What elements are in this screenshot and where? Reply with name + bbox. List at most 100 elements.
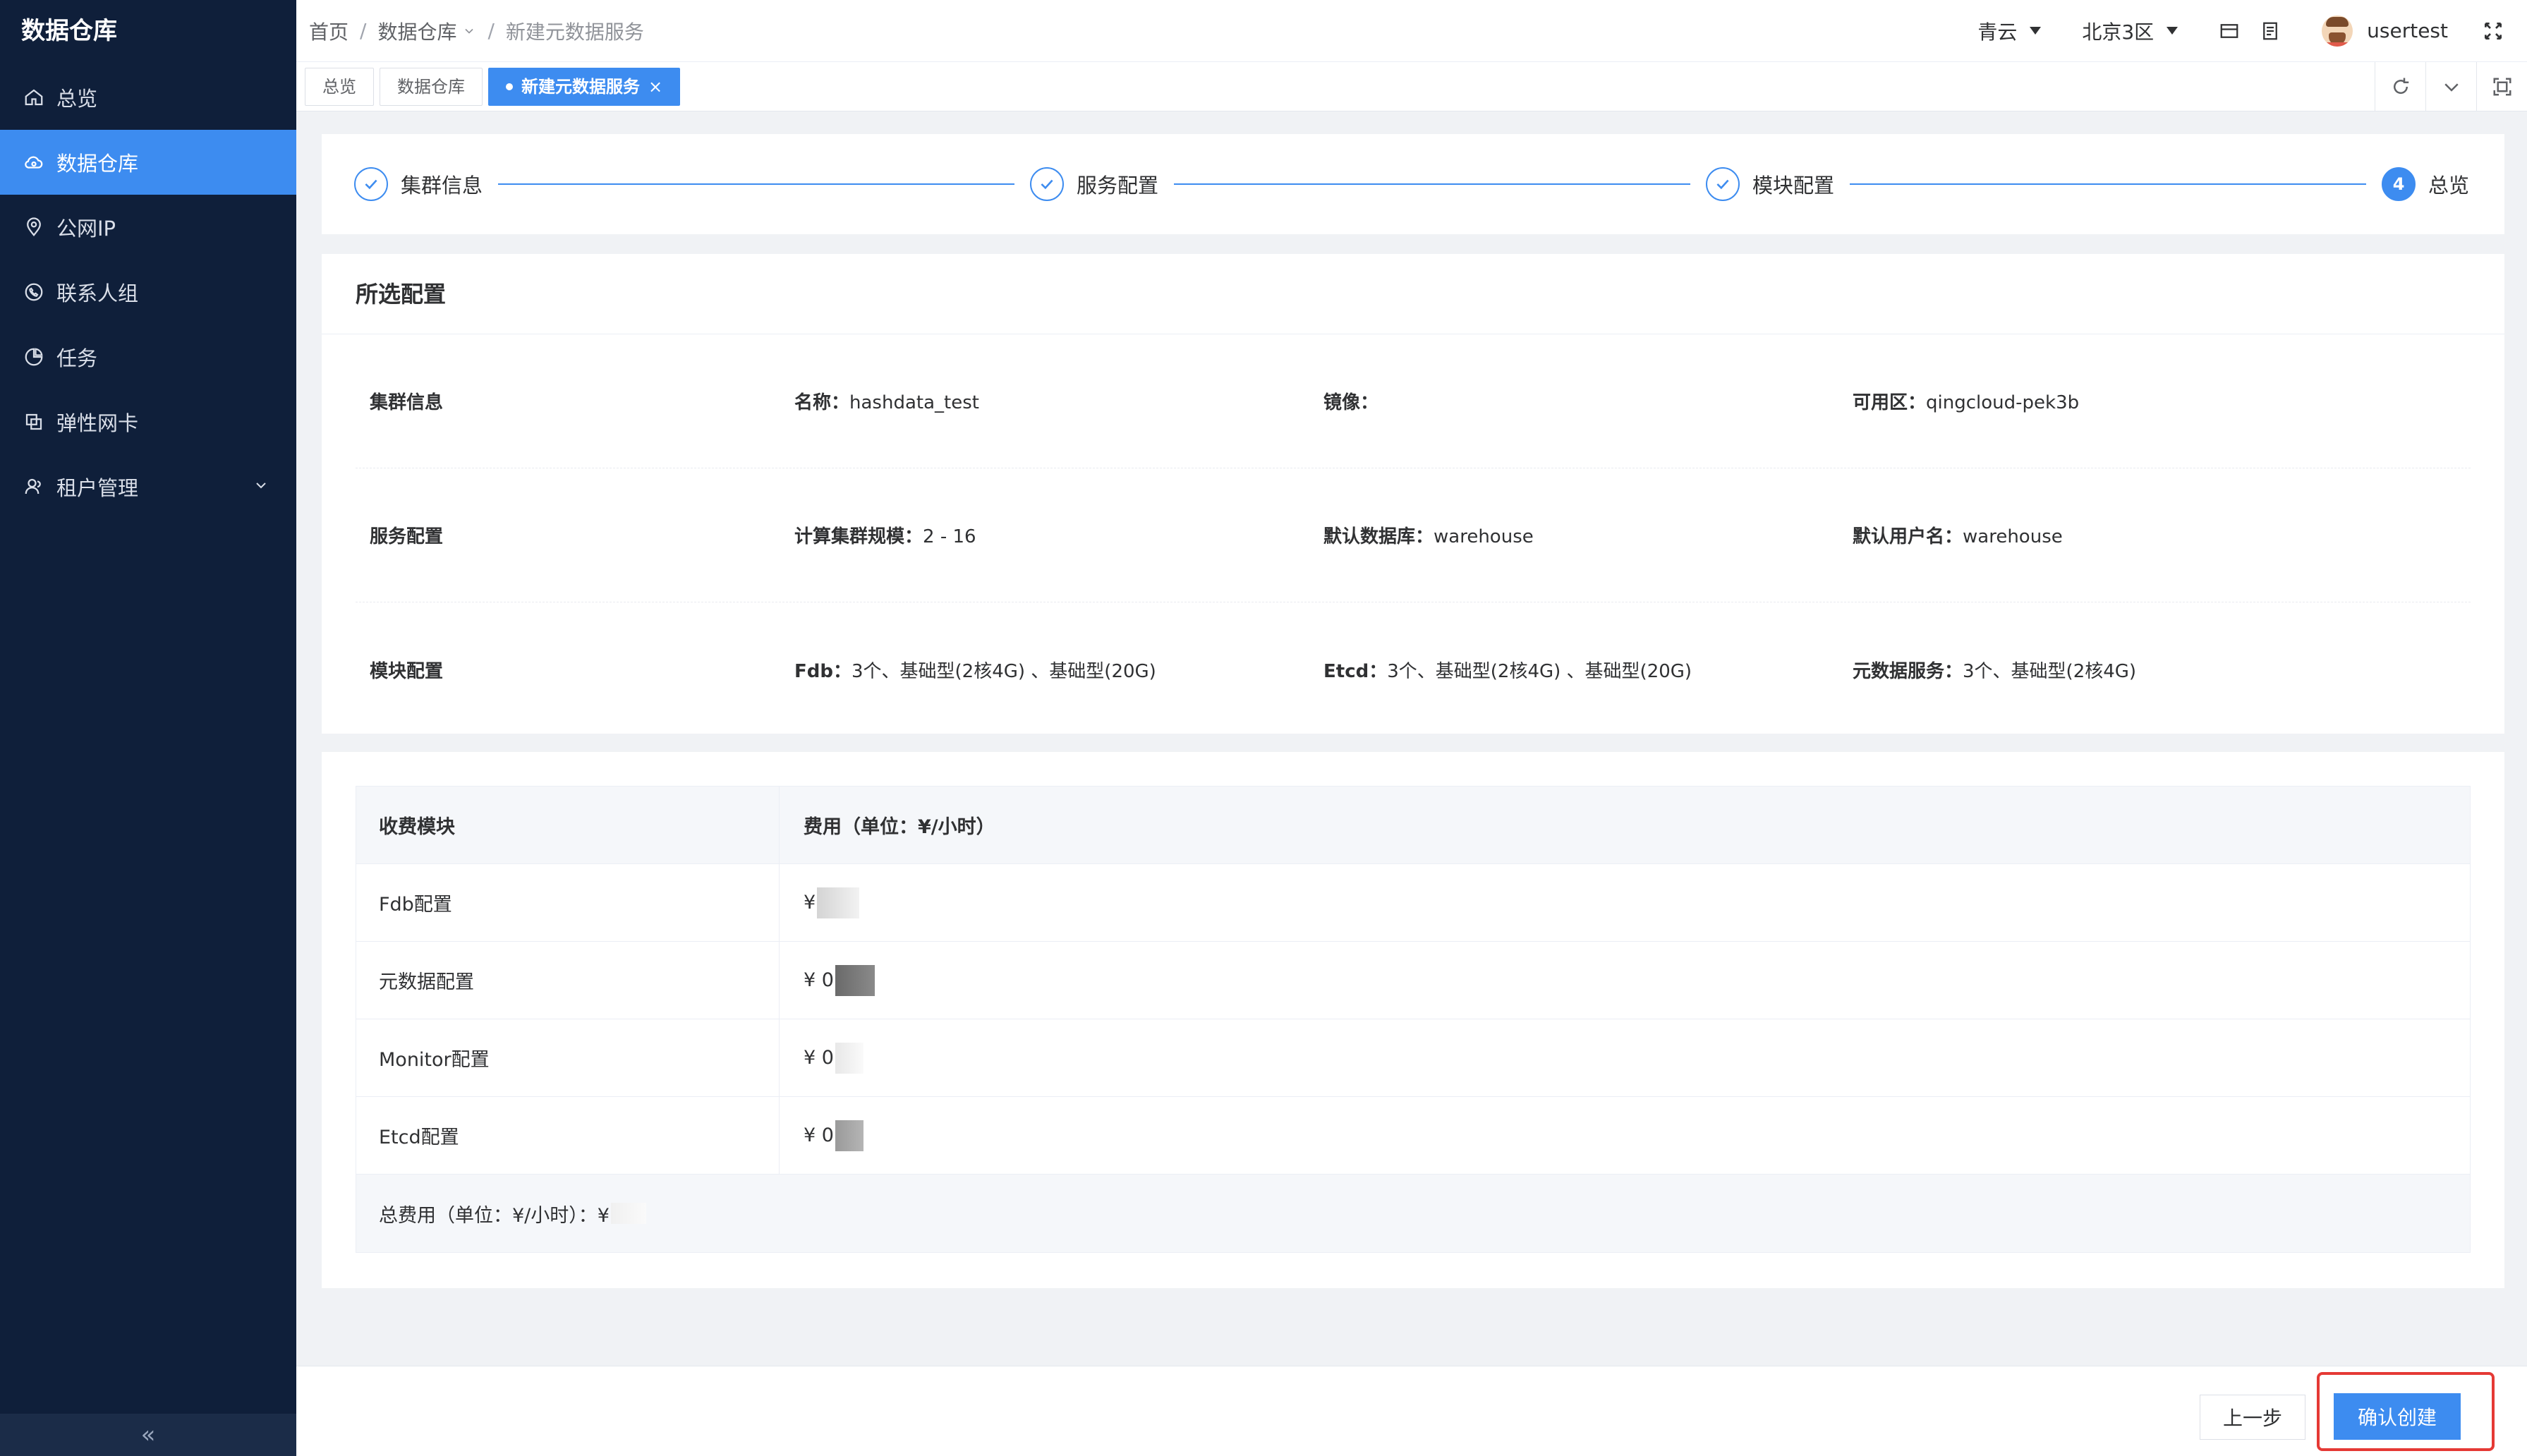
- step-label: 总览: [2428, 174, 2470, 198]
- step-module-config: 模块配置: [1706, 167, 1834, 201]
- tab-data-warehouse[interactable]: 数据仓库: [380, 67, 483, 106]
- config-cell: 名称：hashdata_test: [794, 392, 979, 413]
- billing-card-icon[interactable]: [2219, 20, 2240, 42]
- config-cell: Etcd：3个、基础型(2核4G) 、基础型(20G): [1323, 660, 1692, 682]
- table-row: Fdb配置 ¥: [356, 864, 2470, 942]
- step-label: 服务配置: [1077, 174, 1159, 198]
- fee-table: 收费模块 费用（单位：¥/小时） Fdb配置 ¥ 元数据配置 ¥ 0 Monit…: [356, 786, 2471, 1253]
- table-row: Etcd配置 ¥ 0: [356, 1097, 2470, 1175]
- sidebar-item-contact-groups[interactable]: 联系人组: [0, 260, 296, 324]
- sidebar-menu: 总览 数据仓库 公网IP 联系人组 任务 弹性网卡 租户管理: [0, 65, 296, 519]
- step-label: 模块配置: [1752, 174, 1835, 198]
- fee-card: 收费模块 费用（单位：¥/小时） Fdb配置 ¥ 元数据配置 ¥ 0 Monit…: [322, 752, 2504, 1288]
- config-cell: 计算集群规模：2 - 16: [794, 526, 976, 547]
- footer-actions: 上一步 确认创建: [296, 1366, 2527, 1456]
- breadcrumb-separator: /: [360, 19, 367, 42]
- tabs-tools: [2375, 61, 2527, 111]
- config-cell: 默认用户名：warehouse: [1853, 526, 2063, 547]
- config-cell: 可用区：qingcloud-pek3b: [1853, 392, 2080, 413]
- fee-module: Etcd配置: [356, 1097, 780, 1174]
- fee-value: ¥: [804, 892, 816, 914]
- total-fee-label: 总费用（单位：¥/小时）：¥: [379, 1204, 610, 1227]
- table-row: Monitor配置 ¥ 0: [356, 1019, 2470, 1097]
- confirm-create-button[interactable]: 确认创建: [2334, 1393, 2461, 1440]
- tab-new-metadata-service[interactable]: 新建元数据服务 ×: [488, 67, 681, 106]
- active-dot-icon: [506, 83, 513, 90]
- close-icon[interactable]: ×: [648, 68, 662, 105]
- caret-down-icon: [2030, 27, 2042, 35]
- avatar[interactable]: [2322, 15, 2353, 47]
- chevron-down-icon: [256, 483, 266, 489]
- sidebar-item-tenant-management[interactable]: 租户管理: [0, 454, 296, 519]
- config-cell: 元数据服务：3个、基础型(2核4G): [1853, 660, 2137, 682]
- previous-step-button[interactable]: 上一步: [2200, 1395, 2305, 1440]
- config-row-label: 集群信息: [370, 392, 444, 413]
- breadcrumb-home[interactable]: 首页: [309, 17, 349, 45]
- steps-card: 集群信息 服务配置 模块配置 4 总览: [322, 134, 2504, 234]
- username[interactable]: usertest: [2367, 19, 2448, 42]
- breadcrumb: 首页 / 数据仓库 / 新建元数据服务: [296, 17, 644, 45]
- breadcrumb-separator: /: [487, 19, 495, 42]
- table-row: 元数据配置 ¥ 0: [356, 942, 2470, 1019]
- provider-dropdown[interactable]: 青云: [1977, 17, 2042, 45]
- phone-chat-icon: [23, 281, 45, 303]
- total-row: 总费用（单位：¥/小时）：¥: [356, 1175, 2470, 1252]
- breadcrumb-data-warehouse[interactable]: 数据仓库: [377, 17, 456, 45]
- chevron-down-icon[interactable]: [462, 24, 476, 38]
- sidebar-item-elastic-nic[interactable]: 弹性网卡: [0, 389, 296, 454]
- document-icon[interactable]: [2260, 20, 2281, 42]
- column-header: 费用（单位：¥/小时）: [804, 816, 995, 838]
- header-right: 青云 北京3区 usertest: [1977, 15, 2527, 47]
- sidebar-collapse-button[interactable]: «: [0, 1414, 296, 1456]
- fee-module: 元数据配置: [356, 942, 780, 1019]
- sidebar-item-label: 数据仓库: [56, 152, 139, 176]
- table-header-row: 收费模块 费用（单位：¥/小时）: [356, 787, 2470, 864]
- sidebar-item-public-ip[interactable]: 公网IP: [0, 195, 296, 260]
- step-connector: [498, 183, 1015, 185]
- sidebar-item-label: 总览: [56, 87, 98, 111]
- config-row: 模块配置 Fdb：3个、基础型(2核4G) 、基础型(20G) Etcd：3个、…: [356, 602, 2471, 736]
- fee-module: Fdb配置: [356, 864, 780, 941]
- tab-label: 数据仓库: [397, 76, 465, 97]
- tab-label: 新建元数据服务: [521, 76, 640, 97]
- fee-value-cell: ¥: [780, 864, 2470, 941]
- location-pin-icon: [23, 216, 45, 238]
- region-dropdown[interactable]: 北京3区: [2082, 17, 2178, 45]
- tab-fullscreen-button[interactable]: [2476, 61, 2527, 111]
- step-cluster-info: 集群信息: [354, 167, 483, 201]
- app-title: 数据仓库: [21, 17, 117, 45]
- check-icon: [1706, 167, 1740, 201]
- sidebar-item-label: 公网IP: [56, 217, 116, 241]
- caret-down-icon: [2167, 27, 2178, 35]
- redacted-mark: [817, 887, 860, 918]
- provider-value: 青云: [1977, 20, 2018, 44]
- sidebar: 数据仓库 总览 数据仓库 公网IP 联系人组 任务 弹性网卡 租户管理 «: [0, 0, 296, 1456]
- fee-value: ¥ 0: [804, 969, 834, 991]
- check-icon: [1030, 167, 1065, 201]
- tab-label: 总览: [322, 76, 356, 97]
- tab-overview[interactable]: 总览: [305, 67, 374, 106]
- selected-config-card: 所选配置 集群信息 名称：hashdata_test 镜像： 可用区：qingc…: [322, 254, 2504, 734]
- sidebar-item-tasks[interactable]: 任务: [0, 324, 296, 389]
- sidebar-item-data-warehouse[interactable]: 数据仓库: [0, 130, 296, 195]
- redacted-mark: [610, 1203, 646, 1224]
- cloud-icon: [23, 151, 45, 174]
- redacted-mark: [835, 1042, 863, 1074]
- check-icon: [354, 167, 388, 201]
- pie-chart-icon: [23, 346, 45, 368]
- step-connector: [1850, 183, 2367, 185]
- step-overview: 4 总览: [2382, 167, 2469, 201]
- config-row-label: 服务配置: [370, 526, 444, 547]
- config-rows: 集群信息 名称：hashdata_test 镜像： 可用区：qingcloud-…: [322, 334, 2504, 736]
- fullscreen-icon[interactable]: [2482, 20, 2504, 42]
- config-row-label: 模块配置: [370, 660, 444, 682]
- tabs-dropdown-button[interactable]: [2425, 61, 2476, 111]
- sidebar-item-label: 联系人组: [56, 281, 139, 305]
- step-number: 4: [2382, 167, 2416, 201]
- redacted-mark: [835, 964, 875, 996]
- sidebar-item-overview[interactable]: 总览: [0, 65, 296, 130]
- sidebar-item-label: 弹性网卡: [56, 411, 139, 435]
- top-header: 首页 / 数据仓库 / 新建元数据服务 青云 北京3区 usertest: [296, 0, 2527, 62]
- fee-value: ¥ 0: [804, 1124, 834, 1146]
- refresh-button[interactable]: [2375, 61, 2425, 111]
